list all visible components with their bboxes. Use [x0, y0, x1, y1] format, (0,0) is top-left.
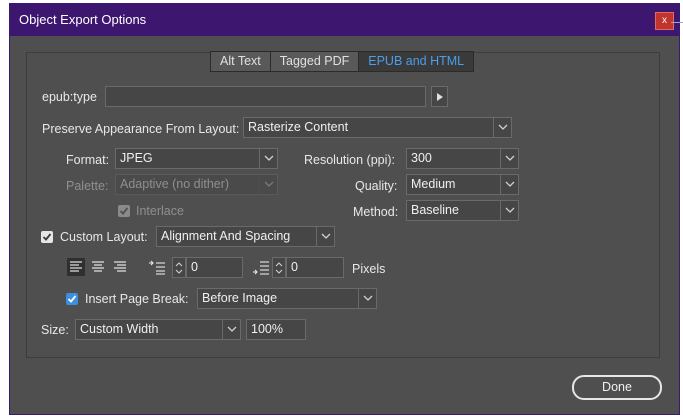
tab-tagged-pdf[interactable]: Tagged PDF — [270, 52, 360, 71]
chevron-down-icon — [259, 149, 277, 168]
method-value: Baseline — [411, 203, 459, 217]
method-dropdown[interactable]: Baseline — [406, 200, 519, 221]
space-after-stepper[interactable] — [272, 257, 286, 278]
units-label: Pixels — [352, 262, 386, 276]
quality-value: Medium — [411, 177, 456, 191]
interlace-label: Interlace — [136, 204, 184, 218]
page-break-checkbox[interactable] — [66, 293, 78, 305]
close-icon: x — [662, 15, 667, 26]
chevron-down-icon — [500, 201, 518, 220]
quality-dropdown[interactable]: Medium — [406, 174, 519, 195]
resolution-value: 300 — [411, 151, 432, 165]
size-label: Size: — [41, 323, 69, 337]
epub-type-label: epub:type — [42, 90, 97, 104]
title-bar[interactable]: Object Export Options x — [10, 4, 679, 36]
chevron-down-icon — [500, 149, 518, 168]
chevron-down-icon — [500, 175, 518, 194]
align-left-icon[interactable] — [67, 258, 85, 276]
tab-epub-html[interactable]: EPUB and HTML — [359, 52, 474, 71]
play-right-icon — [437, 93, 443, 101]
dialog-title: Object Export Options — [19, 12, 147, 27]
chevron-down-icon — [222, 320, 240, 339]
checkmark-icon — [67, 295, 77, 303]
preserve-appearance-dropdown[interactable]: Rasterize Content — [243, 117, 512, 138]
custom-layout-label: Custom Layout: — [60, 230, 148, 244]
format-dropdown[interactable]: JPEG — [115, 148, 278, 169]
tab-bar: Alt Text Tagged PDF EPUB and HTML — [210, 51, 475, 72]
space-before-stepper[interactable] — [172, 257, 186, 278]
dialog-window: Object Export Options x Alt Text Tagged … — [9, 3, 680, 415]
space-after-icon — [252, 260, 270, 276]
palette-label: Palette: — [66, 179, 109, 193]
preserve-appearance-label: Preserve Appearance From Layout: — [42, 122, 240, 136]
epub-type-menu-button[interactable] — [431, 86, 448, 107]
quality-label: Quality: — [355, 179, 398, 193]
align-right-icon[interactable] — [111, 258, 129, 276]
size-value: Custom Width — [80, 322, 159, 336]
resolution-dropdown[interactable]: 300 — [406, 148, 519, 169]
custom-layout-value: Alignment And Spacing — [161, 229, 291, 243]
size-percent-input[interactable]: 100% — [246, 319, 306, 340]
done-button[interactable]: Done — [572, 375, 662, 400]
window-edge-line — [671, 22, 683, 23]
custom-layout-checkbox[interactable] — [41, 231, 53, 243]
chevron-down-icon — [358, 289, 376, 308]
format-value: JPEG — [120, 151, 153, 165]
chevron-down-icon — [316, 227, 334, 246]
resolution-label: Resolution (ppi): — [304, 153, 396, 167]
space-before-input[interactable]: 0 — [186, 257, 243, 278]
space-before-icon — [148, 260, 166, 276]
checkmark-icon — [42, 233, 52, 241]
page-break-dropdown[interactable]: Before Image — [197, 288, 377, 309]
chevron-down-icon — [259, 175, 277, 194]
chevron-down-icon — [493, 118, 511, 137]
tab-alt-text[interactable]: Alt Text — [211, 52, 271, 71]
custom-layout-dropdown[interactable]: Alignment And Spacing — [156, 226, 335, 247]
format-label: Format: — [66, 153, 110, 167]
size-dropdown[interactable]: Custom Width — [75, 319, 241, 340]
space-after-input[interactable]: 0 — [286, 257, 344, 278]
method-label: Method: — [353, 205, 399, 219]
align-center-icon[interactable] — [89, 258, 107, 276]
page-break-label: Insert Page Break: — [85, 292, 189, 306]
palette-value: Adaptive (no dither) — [120, 177, 230, 191]
palette-dropdown[interactable]: Adaptive (no dither) — [115, 174, 278, 195]
close-button[interactable]: x — [655, 12, 674, 30]
checkmark-icon — [119, 207, 129, 215]
epub-type-input[interactable] — [105, 86, 426, 107]
preserve-appearance-value: Rasterize Content — [248, 120, 349, 134]
page-break-value: Before Image — [202, 291, 278, 305]
interlace-checkbox[interactable] — [118, 205, 130, 217]
